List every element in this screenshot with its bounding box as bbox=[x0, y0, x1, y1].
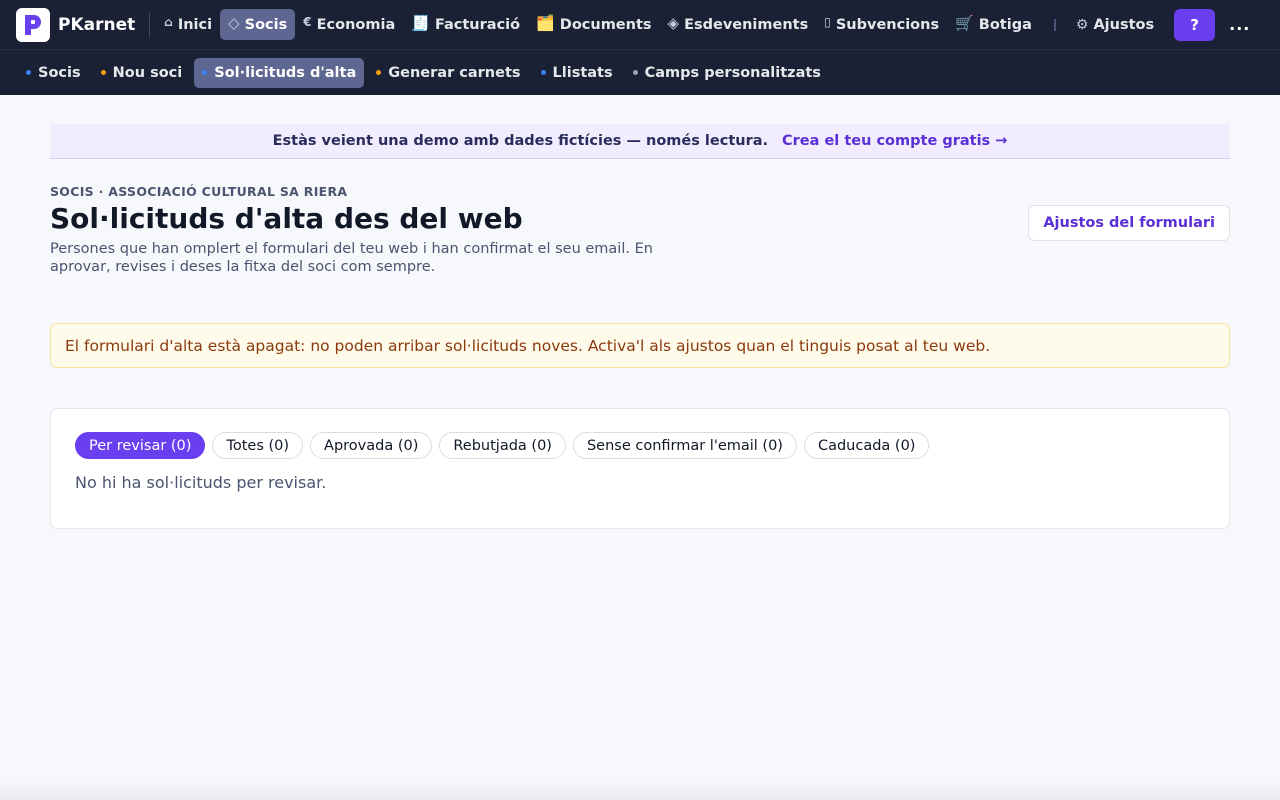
more-menu-button[interactable]: ... bbox=[1229, 15, 1250, 34]
nav-item-label: Documents bbox=[559, 16, 652, 33]
subnav-item-label: Socis bbox=[38, 64, 81, 81]
grant-icon: ▯ bbox=[824, 14, 831, 29]
status-dot bbox=[376, 70, 382, 75]
nav-item-ajustos[interactable]: ⚙ Ajustos bbox=[1068, 9, 1162, 40]
filter-pending[interactable]: Per revisar (0) bbox=[75, 432, 206, 459]
cart-icon: 🛒 bbox=[955, 14, 974, 32]
form-disabled-warning: El formulari d'alta està apagat: no pode… bbox=[50, 323, 1230, 368]
status-dot bbox=[632, 70, 638, 75]
filter-all[interactable]: Totes (0) bbox=[212, 432, 304, 459]
subnav-item-socis[interactable]: Socis bbox=[18, 58, 89, 88]
nav-item-label: Socis bbox=[244, 16, 288, 33]
subnav-item-llistats[interactable]: Llistats bbox=[533, 58, 621, 88]
nav-item-label: Esdeveniments bbox=[684, 16, 809, 33]
subnav-item-camps-personalitzats[interactable]: Camps personalitzats bbox=[625, 58, 829, 88]
help-button[interactable]: ? bbox=[1174, 8, 1216, 41]
subnav-item-label: Nou soci bbox=[112, 64, 183, 81]
nav-item-label: Economia bbox=[316, 16, 396, 33]
nav-divider bbox=[1053, 18, 1056, 31]
brand[interactable]: PKarnet bbox=[16, 7, 136, 42]
subnav-item-generar-carnets[interactable]: Generar carnets bbox=[368, 58, 528, 88]
subnav-item-label: Camps personalitzats bbox=[644, 64, 821, 81]
page-header: SOCIS · ASSOCIACIÓ CULTURAL SA RIERA Sol… bbox=[50, 184, 1230, 276]
empty-state-message: No hi ha sol·licituds per revisar. bbox=[75, 473, 327, 492]
event-diamond-icon: ◈ bbox=[667, 14, 680, 32]
breadcrumb: SOCIS · ASSOCIACIÓ CULTURAL SA RIERA bbox=[50, 184, 348, 199]
filter-unconfirmed-email[interactable]: Sense confirmar l'email (0) bbox=[572, 432, 797, 459]
subnav-item-label: Generar carnets bbox=[388, 64, 521, 81]
nav-item-label: Inici bbox=[177, 16, 213, 33]
status-dot bbox=[540, 70, 546, 75]
brand-logo-icon bbox=[16, 7, 50, 42]
brand-name: PKarnet bbox=[58, 14, 136, 35]
filter-rejected[interactable]: Rebutjada (0) bbox=[439, 432, 566, 459]
filter-expired[interactable]: Caducada (0) bbox=[803, 432, 930, 459]
nav-divider bbox=[149, 11, 151, 38]
nav-item-label: Subvencions bbox=[835, 16, 940, 33]
nav-item-economia[interactable]: € Economia bbox=[295, 9, 403, 40]
main-content: Estàs veient una demo amb dades fictície… bbox=[0, 95, 1280, 529]
demo-banner: Estàs veient una demo amb dades fictície… bbox=[50, 124, 1230, 159]
receipt-icon: 🧾 bbox=[411, 14, 430, 32]
nav-item-label: Botiga bbox=[978, 16, 1032, 33]
form-settings-button[interactable]: Ajustos del formulari bbox=[1028, 205, 1230, 241]
status-dot bbox=[202, 70, 208, 75]
nav-item-documents[interactable]: 🗂️ Documents bbox=[528, 9, 659, 40]
home-icon: ⌂ bbox=[164, 14, 173, 29]
status-dot bbox=[100, 70, 106, 75]
demo-banner-text: Estàs veient una demo amb dades fictície… bbox=[272, 133, 769, 149]
subnav-item-sollicituds[interactable]: Sol·licituds d'alta bbox=[194, 57, 365, 88]
page-subtitle: Persones que han omplert el formulari de… bbox=[50, 241, 653, 275]
nav-item-label: Ajustos bbox=[1093, 16, 1155, 33]
nav-item-esdeveniments[interactable]: ◈ Esdeveniments bbox=[660, 9, 817, 40]
nav-item-subvencions[interactable]: ▯ Subvencions bbox=[816, 9, 947, 40]
warning-text: El formulari d'alta està apagat: no pode… bbox=[65, 336, 991, 355]
nav-item-botiga[interactable]: 🛒 Botiga bbox=[947, 9, 1040, 40]
bottom-shadow bbox=[0, 780, 1280, 800]
requests-card: Per revisar (0) Totes (0) Aprovada (0) R… bbox=[50, 408, 1230, 529]
subnav-item-nou-soci[interactable]: Nou soci bbox=[93, 58, 191, 88]
subnav-item-label: Llistats bbox=[552, 64, 613, 81]
folder-icon: 🗂️ bbox=[536, 14, 555, 32]
euro-icon: € bbox=[303, 14, 312, 29]
create-account-link[interactable]: Crea el teu compte gratis → bbox=[782, 133, 1007, 149]
nav-item-facturacio[interactable]: 🧾 Facturació bbox=[403, 9, 528, 40]
page-title: Sol·licituds d'alta des del web bbox=[50, 202, 523, 235]
section-subnav: Socis Nou soci Sol·licituds d'alta Gener… bbox=[0, 49, 1280, 95]
nav-item-inici[interactable]: ⌂ Inici bbox=[156, 9, 220, 40]
nav-item-label: Facturació bbox=[434, 16, 521, 33]
diamond-icon: ◇ bbox=[228, 14, 240, 32]
top-navbar: PKarnet ⌂ Inici ◇ Socis € Economia 🧾 Fac… bbox=[0, 0, 1280, 49]
page-header-text: SOCIS · ASSOCIACIÓ CULTURAL SA RIERA Sol… bbox=[50, 184, 700, 276]
filter-approved[interactable]: Aprovada (0) bbox=[310, 432, 433, 459]
status-dot bbox=[26, 70, 31, 75]
subnav-item-label: Sol·licituds d'alta bbox=[214, 64, 357, 81]
status-filter-tabs: Per revisar (0) Totes (0) Aprovada (0) R… bbox=[75, 432, 1205, 459]
gear-icon: ⚙ bbox=[1075, 16, 1089, 33]
nav-item-socis[interactable]: ◇ Socis bbox=[220, 9, 296, 40]
